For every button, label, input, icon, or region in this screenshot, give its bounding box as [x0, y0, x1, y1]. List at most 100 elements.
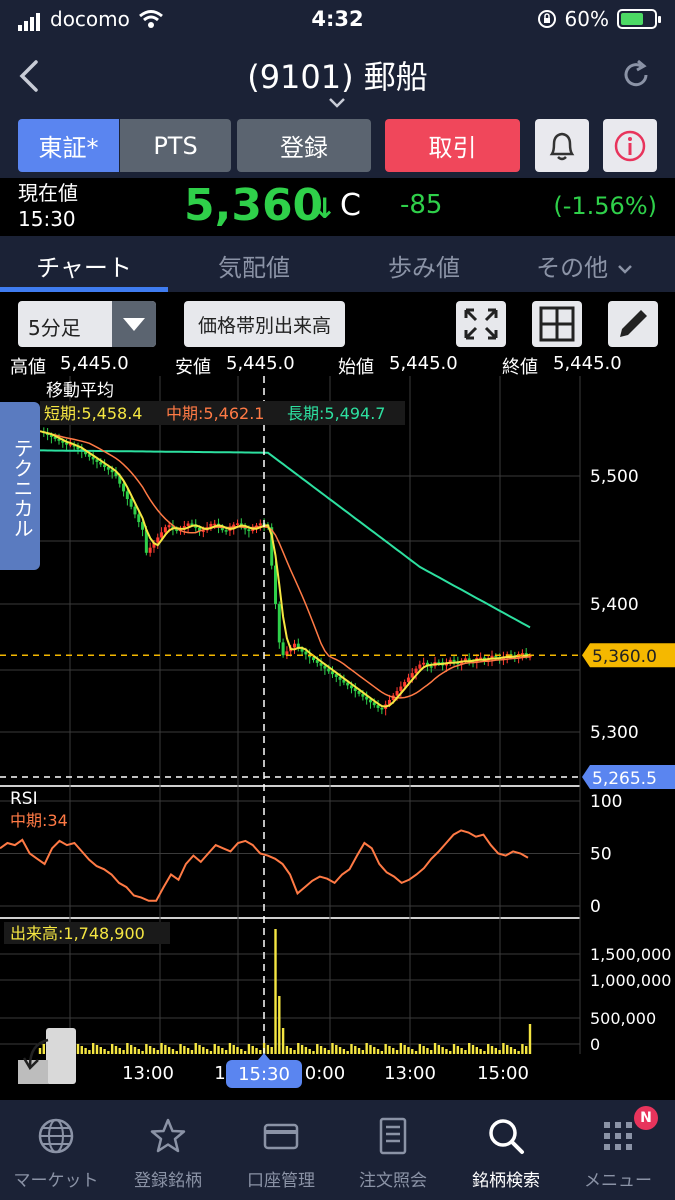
info-icon: [614, 130, 646, 161]
layout-button[interactable]: [532, 301, 582, 347]
rotate-view-button[interactable]: [18, 1028, 76, 1084]
current-price-tag-label: 5,360.0: [592, 647, 657, 667]
volume-bar: [76, 1044, 80, 1054]
price-summary: 現在値 15:30 5,360 ↓ C -85 (-1.56%): [0, 178, 675, 236]
tab-quotes[interactable]: 気配値: [168, 248, 340, 283]
crosshair-time-label: 15:30: [238, 1064, 290, 1085]
pts-market-button[interactable]: PTS: [120, 119, 231, 172]
volume-bar: [236, 1047, 239, 1054]
volume-bar: [209, 1051, 213, 1054]
interval-value: 5分足: [28, 316, 81, 340]
volume-bar: [175, 1051, 178, 1054]
volume-bar: [240, 1049, 243, 1054]
volume-bar: [259, 1050, 262, 1054]
volume-bar: [91, 1043, 95, 1054]
volume-tick-label: 1,500,000: [590, 945, 671, 964]
dropdown-icon: [112, 301, 156, 347]
volume-tick-label: 0: [590, 1035, 600, 1054]
volume-bar: [449, 1051, 452, 1054]
stock-title[interactable]: (9101) 郵船: [0, 52, 675, 98]
nav-account[interactable]: 口座管理: [225, 1100, 337, 1200]
volume-bar: [403, 1045, 406, 1054]
refresh-icon[interactable]: [619, 58, 653, 92]
volume-bar: [171, 1049, 175, 1054]
volume-bar: [502, 1043, 505, 1054]
volume-bar: [338, 1047, 342, 1054]
current-price-label: 現在値: [18, 181, 78, 205]
volume-profile-button[interactable]: 価格帯別出来高: [184, 301, 345, 347]
time-tick-label: 13:00: [122, 1063, 174, 1084]
volume-bar: [346, 1051, 349, 1054]
bell-icon: [549, 132, 575, 160]
volume-bar: [156, 1050, 159, 1054]
volume-bar: [297, 1043, 300, 1054]
volume-bar: [221, 1048, 224, 1054]
volume-bar: [84, 1048, 87, 1054]
candle-body: [452, 659, 456, 662]
volume-bar: [243, 1051, 247, 1054]
volume-bar: [468, 1043, 471, 1054]
volume-bar: [490, 1046, 494, 1054]
volume-bar: [217, 1046, 220, 1054]
tab-other[interactable]: その他: [520, 248, 650, 283]
alert-button[interactable]: [535, 119, 589, 172]
close-flag: C: [340, 188, 361, 223]
tse-market-button[interactable]: 東証*: [18, 119, 119, 172]
volume-bar: [388, 1046, 391, 1054]
crosshair-time-pointer: [258, 1053, 270, 1060]
candle-body: [247, 529, 251, 532]
bottom-nav: マーケット 登録銘柄 口座管理 注文照会 銘柄検索 メニュー: [0, 1100, 675, 1200]
nav-market[interactable]: マーケット: [0, 1100, 112, 1200]
nav-search[interactable]: 銘柄検索: [450, 1100, 562, 1200]
volume-bar: [202, 1047, 205, 1054]
grid-dots-icon: [604, 1122, 632, 1150]
nav-search-label: 銘柄検索: [472, 1171, 540, 1191]
fullscreen-button[interactable]: [456, 301, 506, 347]
candle-body: [281, 642, 285, 656]
candle-body: [414, 668, 418, 674]
moving-averages: [0, 376, 582, 1061]
chevron-down-icon[interactable]: [327, 96, 347, 110]
register-button[interactable]: 登録: [237, 119, 371, 172]
volume-bar: [160, 1043, 163, 1054]
tab-ticks[interactable]: 歩み値: [340, 248, 508, 283]
volume-bar: [525, 1046, 528, 1054]
volume-bar: [426, 1048, 429, 1054]
volume-bar: [183, 1046, 186, 1054]
candle-body: [277, 604, 281, 643]
tab-chart[interactable]: チャート: [0, 248, 168, 283]
trade-button[interactable]: 取引: [385, 119, 520, 172]
info-button[interactable]: [603, 119, 657, 172]
volume-bar: [129, 1045, 133, 1054]
candle-body: [429, 666, 433, 668]
interval-select[interactable]: 5分足: [18, 301, 156, 347]
volume-bar: [373, 1047, 376, 1054]
volume-bar: [456, 1046, 460, 1054]
nav-watchlist[interactable]: 登録銘柄: [112, 1100, 224, 1200]
draw-button[interactable]: [608, 301, 658, 347]
rotation-lock-icon: [537, 10, 556, 28]
volume-bar: [335, 1045, 338, 1054]
price-tick-label: 5,300: [590, 723, 639, 743]
candle-body: [406, 677, 410, 683]
rsi-tick-label: 0: [590, 897, 601, 917]
time-tick-label: 15:00: [477, 1063, 529, 1084]
volume-bar: [304, 1047, 308, 1054]
volume-bar: [316, 1044, 319, 1054]
current-price: 5,360: [184, 180, 324, 231]
search-icon: [489, 1119, 524, 1154]
candle-body: [186, 523, 190, 527]
technical-side-tab[interactable]: テクニカル: [0, 402, 40, 570]
volume-bar: [145, 1044, 148, 1054]
volume-bar: [270, 1047, 273, 1054]
volume-bar: [509, 1047, 513, 1054]
candle-body: [137, 514, 141, 523]
volume-bar: [190, 1050, 194, 1054]
price-chart[interactable]: 移動平均 短期:5,458.4 中期:5,462.1 長期:5,494.7 RS…: [0, 376, 675, 1100]
volume-bar: [232, 1045, 235, 1054]
nav-orders[interactable]: 注文照会: [337, 1100, 449, 1200]
candle-body: [160, 532, 164, 538]
rsi-tick-label: 50: [590, 845, 612, 865]
volume-bar: [293, 1050, 296, 1054]
volume-bar: [152, 1048, 156, 1054]
